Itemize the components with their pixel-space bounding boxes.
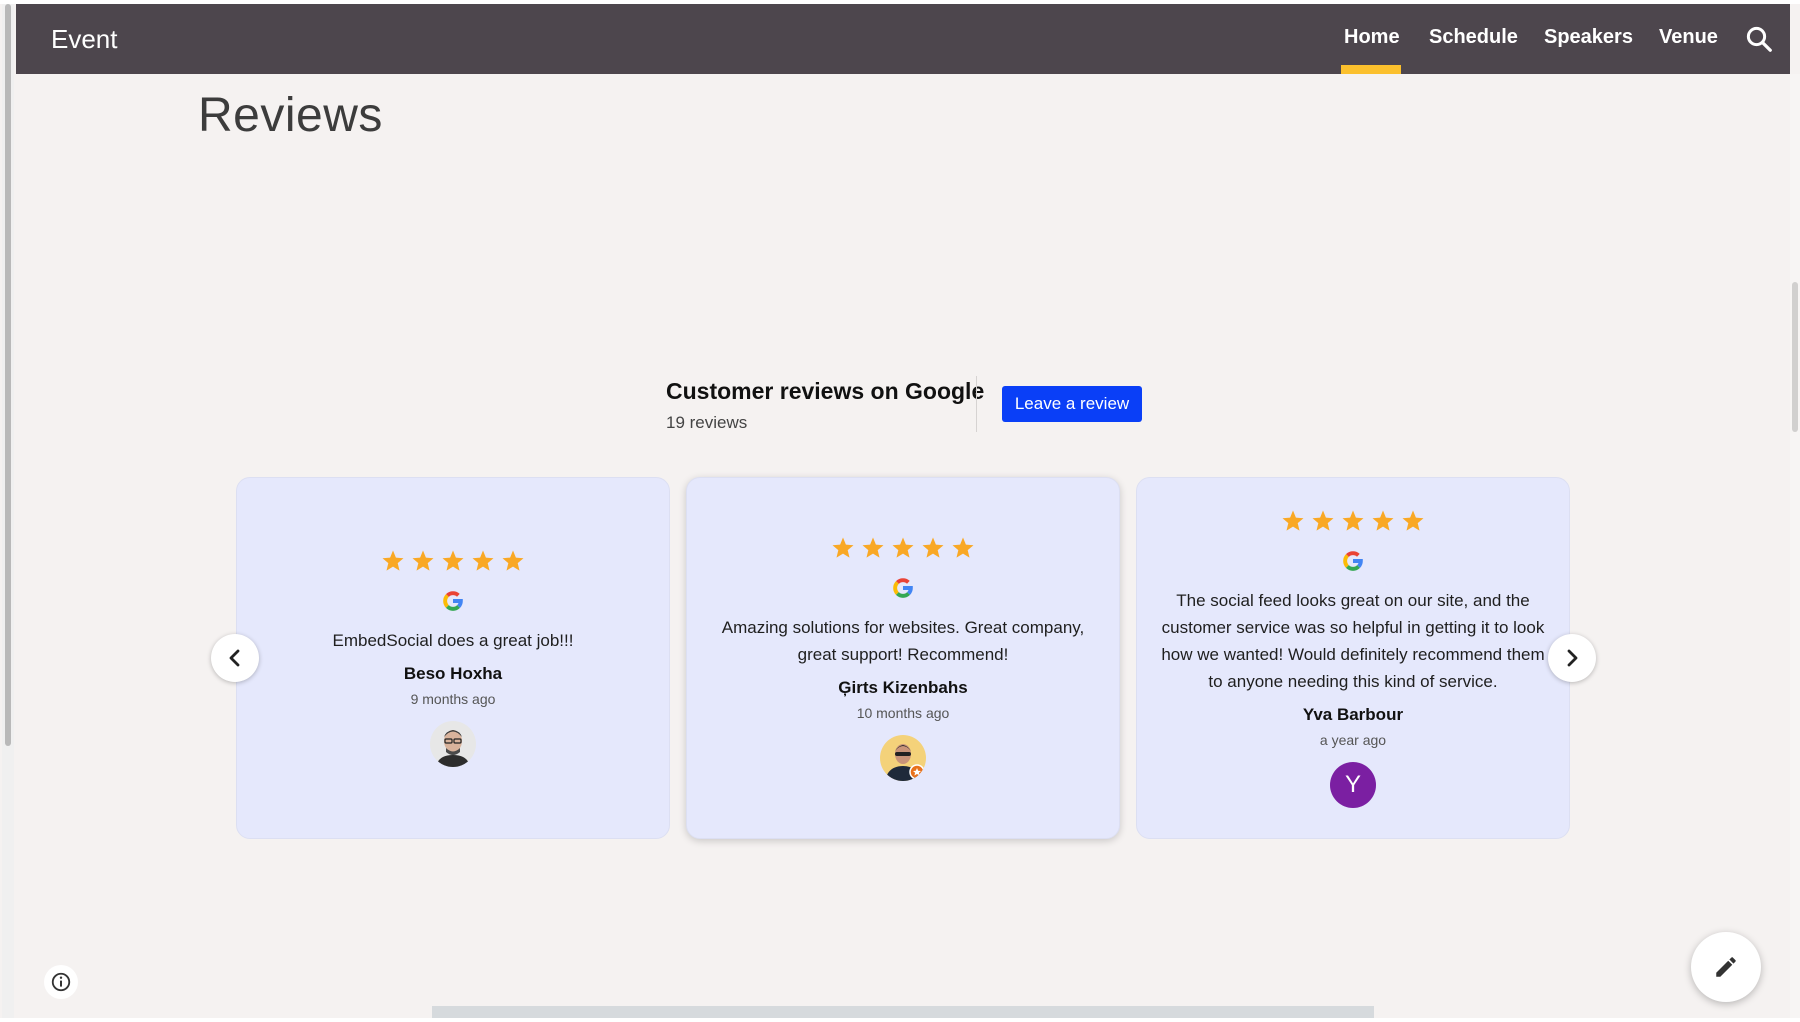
star-icon — [472, 550, 494, 571]
page-scrollbar-thumb[interactable] — [5, 4, 11, 746]
star-icon — [1372, 510, 1394, 531]
review-count: 19 reviews — [666, 413, 748, 432]
window-bottom-edge — [0, 1018, 1800, 1022]
active-nav-indicator — [1341, 65, 1401, 74]
chevron-left-icon — [229, 649, 240, 667]
carousel-prev-button[interactable] — [211, 634, 259, 682]
star-icon — [862, 537, 884, 558]
star-icon — [382, 550, 404, 571]
review-text: EmbedSocial does a great job!!! — [332, 631, 574, 650]
google-logo-icon — [893, 577, 913, 598]
star-icon — [892, 537, 914, 558]
page-title: Reviews — [198, 89, 383, 142]
site-brand[interactable]: Event — [51, 24, 118, 55]
review-text: The social feed looks great on our site,… — [1161, 590, 1545, 691]
search-icon[interactable] — [1744, 24, 1774, 54]
horizontal-scrollbar[interactable] — [432, 1006, 1374, 1018]
widget-divider — [976, 376, 977, 432]
star-rating — [831, 536, 975, 560]
reviewer-name: Ģirts Kizenbahs — [838, 677, 968, 697]
star-icon — [502, 550, 524, 571]
star-icon — [442, 550, 464, 571]
google-logo-icon — [443, 591, 463, 611]
star-icon — [1402, 510, 1424, 531]
review-time: a year ago — [1319, 731, 1387, 748]
top-navigation-bar: Event Home Schedule Speakers Venue — [16, 4, 1790, 74]
reviewer-avatar: Y — [1330, 761, 1376, 808]
review-time: 10 months ago — [856, 704, 950, 721]
star-rating — [381, 549, 525, 573]
info-icon[interactable] — [44, 965, 78, 999]
star-icon — [1342, 510, 1364, 531]
review-card[interactable]: The social feed looks great on our site,… — [1136, 477, 1570, 839]
star-icon — [1312, 510, 1334, 531]
reviewer-name: Beso Hoxha — [403, 664, 503, 683]
nav-item-schedule[interactable]: Schedule — [1429, 26, 1518, 49]
star-rating — [1281, 509, 1425, 533]
star-icon — [952, 537, 974, 558]
leave-review-button[interactable]: Leave a review — [1002, 386, 1142, 422]
review-text: Amazing solutions for websites. Great co… — [721, 617, 1085, 664]
reviewer-name: Yva Barbour — [1302, 704, 1404, 724]
google-logo-icon — [1343, 550, 1363, 571]
page-scrollbar[interactable] — [2, 4, 14, 1018]
reviewer-avatar — [430, 721, 476, 767]
star-icon — [922, 537, 944, 558]
review-card[interactable]: EmbedSocial does a great job!!! Beso Hox… — [236, 477, 670, 839]
content-scrollbar-thumb[interactable] — [1792, 282, 1798, 432]
edit-button[interactable] — [1691, 932, 1761, 1002]
review-card[interactable]: Amazing solutions for websites. Great co… — [686, 477, 1120, 839]
nav-item-speakers[interactable]: Speakers — [1544, 26, 1633, 49]
nav-item-venue[interactable]: Venue — [1659, 26, 1718, 49]
chevron-right-icon — [1567, 649, 1578, 667]
pencil-icon — [1716, 957, 1736, 977]
star-icon — [412, 550, 434, 571]
star-icon — [1282, 510, 1304, 531]
star-icon — [832, 537, 854, 558]
carousel-next-button[interactable] — [1548, 634, 1596, 682]
content-scrollbar[interactable] — [1790, 74, 1800, 1018]
reviewer-avatar — [880, 734, 926, 781]
nav-item-home[interactable]: Home — [1344, 26, 1400, 49]
review-time: 9 months ago — [410, 691, 496, 707]
widget-title: Customer reviews on Google — [666, 378, 985, 404]
